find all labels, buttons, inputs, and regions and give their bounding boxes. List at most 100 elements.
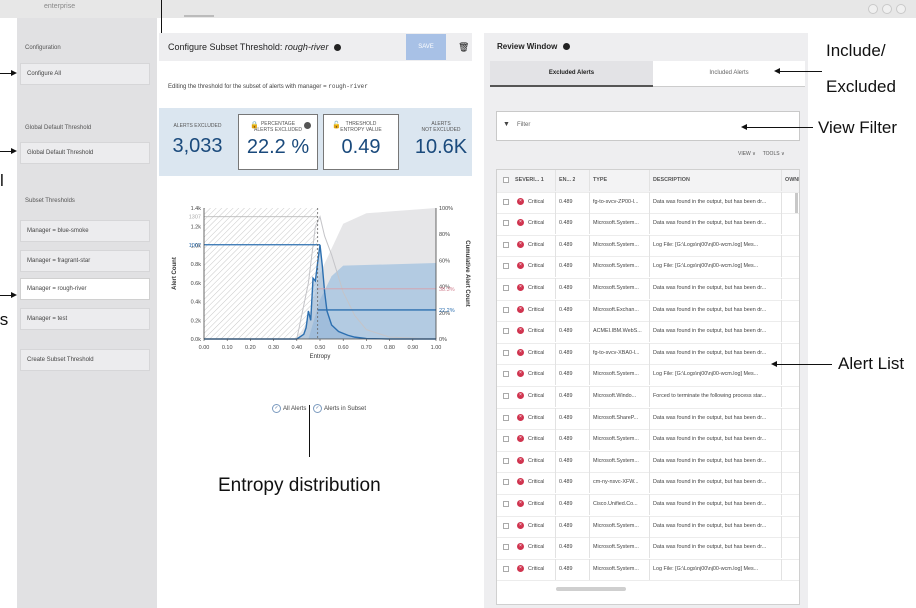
info-icon[interactable]	[304, 122, 311, 129]
row-checkbox[interactable]	[503, 436, 509, 443]
window-control-icon[interactable]	[868, 4, 878, 14]
table-row[interactable]: × Critical 0.489 Microsoft.Windo... Forced t…	[497, 386, 799, 409]
annotation-arrowhead	[11, 148, 17, 154]
table-cell: Critical	[528, 371, 545, 378]
horizontal-scrollbar[interactable]	[556, 587, 626, 591]
column-separator	[649, 558, 650, 580]
table-row[interactable]: × Critical 0.489 Microsoft.System... Log Fil…	[497, 364, 799, 387]
row-checkbox[interactable]	[503, 371, 509, 378]
configure-all-button[interactable]: Configure All	[20, 63, 150, 85]
window-control-icon[interactable]	[896, 4, 906, 14]
table-row[interactable]: × Critical 0.489 Microsoft.System... Log Fil…	[497, 234, 799, 258]
subset-item-fragrant-star[interactable]: Manager = fragrant-star	[20, 250, 150, 272]
window-control-icon[interactable]	[882, 4, 892, 14]
row-checkbox[interactable]	[503, 479, 509, 486]
table-row[interactable]: × Critical 0.489 Microsoft.System... Data wa…	[497, 278, 799, 301]
table-cell: Critical	[528, 414, 545, 421]
entropy-chart[interactable]: 0.00 0.10 0.20 0.30 0.40 0.50 0.60 0.70 0.80 0.90…	[160, 196, 472, 376]
critical-icon: ×	[517, 197, 524, 205]
column-header[interactable]: EN... 2	[559, 177, 575, 183]
row-checkbox[interactable]	[503, 414, 509, 421]
column-header[interactable]: SEVERI... 1	[515, 177, 544, 183]
table-row[interactable]: × Critical 0.489 Microsoft.System... Data wa…	[497, 537, 799, 560]
row-checkbox[interactable]	[503, 241, 509, 248]
row-checkbox[interactable]	[503, 565, 509, 572]
filter-input[interactable]: Filter	[496, 111, 800, 141]
lock-icon: 🔒	[250, 122, 259, 129]
table-row[interactable]: × Critical 0.489 Microsoft.System... Data wa…	[497, 450, 799, 474]
subset-item-rough-river[interactable]: Manager = rough-river	[20, 278, 150, 300]
table-cell: Data was found in the output, but has be…	[653, 457, 767, 464]
table-row[interactable]: × Critical 0.489 fg-to-svcv-ZP00-l... Data w…	[497, 191, 799, 215]
marker-label-1007: 1007	[189, 243, 201, 249]
column-header[interactable]: OWNED	[785, 177, 799, 183]
critical-icon: ×	[517, 219, 524, 227]
stat-value: 22.2 %	[246, 136, 310, 158]
editing-text: Editing the threshold for the subset of …	[168, 84, 327, 90]
table-row[interactable]: × Critical 0.489 Microsoft.System... Log Fil…	[497, 558, 799, 582]
legend-alerts-in-subset[interactable]: Alerts in Subset	[324, 406, 366, 412]
table-row[interactable]: × Critical 0.489 cm-ny-nsvc-XFW... Data was …	[497, 472, 799, 495]
column-header[interactable]: TYPE	[593, 177, 607, 183]
column-separator	[649, 191, 650, 213]
table-row[interactable]: × Critical 0.489 Microsoft.System... Data wa…	[497, 213, 799, 236]
subset-item-test[interactable]: Manager = test	[20, 308, 150, 330]
row-checkbox[interactable]	[503, 285, 509, 291]
panel-title-subset: rough-river	[284, 42, 329, 52]
table-cell: Microsoft.System...	[593, 565, 639, 572]
table-row[interactable]: × Critical 0.489 ACMEI.IBM.WebS... Data was …	[497, 321, 799, 344]
check-icon[interactable]: ✓	[313, 404, 323, 413]
table-cell: Microsoft.System...	[593, 220, 639, 227]
create-subset-threshold-button[interactable]: Create Subset Threshold	[20, 349, 150, 371]
info-icon[interactable]	[333, 44, 341, 52]
legend-all-alerts[interactable]: All Alerts	[283, 406, 306, 412]
column-separator	[555, 537, 556, 559]
table-row[interactable]: × Critical 0.489 Microsoft.System... Log Fil…	[497, 256, 799, 279]
table-row[interactable]: × Critical 0.489 Microsoft.System... Data wa…	[497, 515, 799, 539]
view-menu[interactable]: VIEW ∨	[738, 151, 756, 157]
column-separator	[589, 494, 590, 515]
column-separator	[555, 321, 556, 343]
view-tools-bar: VIEW ∨ TOOLS ∨	[738, 151, 785, 157]
row-checkbox[interactable]	[503, 220, 509, 227]
column-header[interactable]: DESCRIPTION	[653, 177, 690, 183]
table-row[interactable]: × Critical 0.489 Cisco.Unified.Co... Data wa…	[497, 494, 799, 517]
row-checkbox[interactable]	[503, 544, 509, 551]
table-cell: Critical	[528, 306, 545, 313]
row-checkbox[interactable]	[503, 328, 509, 335]
table-cell: 0.489	[559, 393, 573, 399]
global-default-threshold-button[interactable]: Global Default Threshold	[20, 142, 150, 164]
lock-icon: 🔓	[332, 122, 341, 129]
row-checkbox[interactable]	[503, 393, 509, 399]
tools-menu[interactable]: TOOLS ∨	[763, 151, 785, 157]
table-cell: Microsoft.System...	[593, 436, 639, 443]
column-separator	[649, 299, 650, 321]
table-row[interactable]: × Critical 0.489 fg-to-svcv-XBA0-l... Data w…	[497, 342, 799, 366]
alert-table[interactable]: SEVERI... 1 EN... 2 TYPE DESCRIPTION OWNED × C…	[496, 169, 800, 605]
vertical-scrollbar[interactable]	[795, 193, 798, 213]
select-all-checkbox[interactable]	[503, 177, 509, 183]
row-checkbox[interactable]	[503, 306, 509, 313]
subset-item-blue-smoke[interactable]: Manager = blue-smoke	[20, 220, 150, 242]
table-cell: Microsoft.System...	[593, 263, 639, 270]
row-checkbox[interactable]	[503, 198, 509, 205]
row-checkbox[interactable]	[503, 522, 509, 529]
table-row[interactable]: × Critical 0.489 Microsoft.Exchan... Data wa…	[497, 299, 799, 323]
table-row[interactable]: × Critical 0.489 Microsoft.System... Data wa…	[497, 429, 799, 452]
tab-included-alerts[interactable]: Included Alerts	[653, 61, 805, 87]
row-checkbox[interactable]	[503, 457, 509, 464]
save-button[interactable]: SAVE	[406, 34, 446, 60]
table-cell: Critical	[528, 285, 545, 291]
row-checkbox[interactable]	[503, 501, 509, 507]
tab-excluded-alerts[interactable]: Excluded Alerts	[490, 61, 653, 87]
check-icon[interactable]: ✓	[272, 404, 281, 413]
row-checkbox[interactable]	[503, 263, 509, 270]
x-tick-label: 0.60	[338, 345, 349, 351]
row-checkbox[interactable]	[503, 349, 509, 356]
table-row[interactable]: × Critical 0.489 Microsoft.ShareP... Data wa…	[497, 407, 799, 431]
info-icon[interactable]	[562, 43, 570, 51]
marker-label-22pct: 22.2%	[439, 308, 455, 314]
trash-icon[interactable]: 🗑	[458, 42, 469, 53]
table-cell: Critical	[528, 501, 545, 507]
y-axis-label-left: Alert Count	[172, 257, 178, 290]
